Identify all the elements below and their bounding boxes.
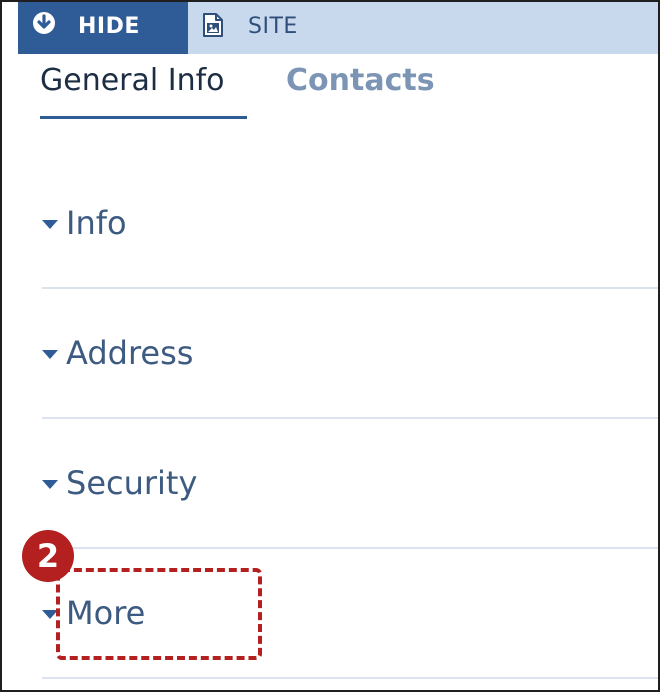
section-info-label: Info xyxy=(66,204,127,242)
section-divider xyxy=(42,287,658,289)
image-file-icon xyxy=(203,13,223,37)
section-security[interactable]: Security xyxy=(42,458,197,508)
site-label: SITE xyxy=(248,14,298,39)
section-security-label: Security xyxy=(66,464,198,502)
section-address-label: Address xyxy=(66,334,194,372)
section-divider xyxy=(42,677,658,679)
caret-down-icon xyxy=(42,349,58,359)
top-toolbar: HIDE SITE xyxy=(18,2,658,57)
section-info[interactable]: Info xyxy=(42,198,127,248)
circle-arrow-down-icon xyxy=(33,12,55,34)
hide-button[interactable]: HIDE xyxy=(18,2,188,57)
screenshot-frame: HIDE SITE General Info Contacts Info Add… xyxy=(0,0,660,692)
hide-label: HIDE xyxy=(78,14,140,39)
section-address[interactable]: Address xyxy=(42,328,193,378)
callout-highlight-box xyxy=(56,568,262,660)
tab-bar: General Info Contacts xyxy=(2,54,658,126)
active-tab-indicator xyxy=(40,116,247,119)
section-divider xyxy=(42,547,658,549)
caret-down-icon xyxy=(42,479,58,489)
caret-down-icon xyxy=(42,219,58,229)
callout-number-badge: 2 xyxy=(22,530,74,582)
tab-general-info[interactable]: General Info xyxy=(40,62,225,100)
section-divider xyxy=(42,417,658,419)
tab-contacts[interactable]: Contacts xyxy=(286,62,435,100)
site-button[interactable]: SITE xyxy=(188,2,338,57)
